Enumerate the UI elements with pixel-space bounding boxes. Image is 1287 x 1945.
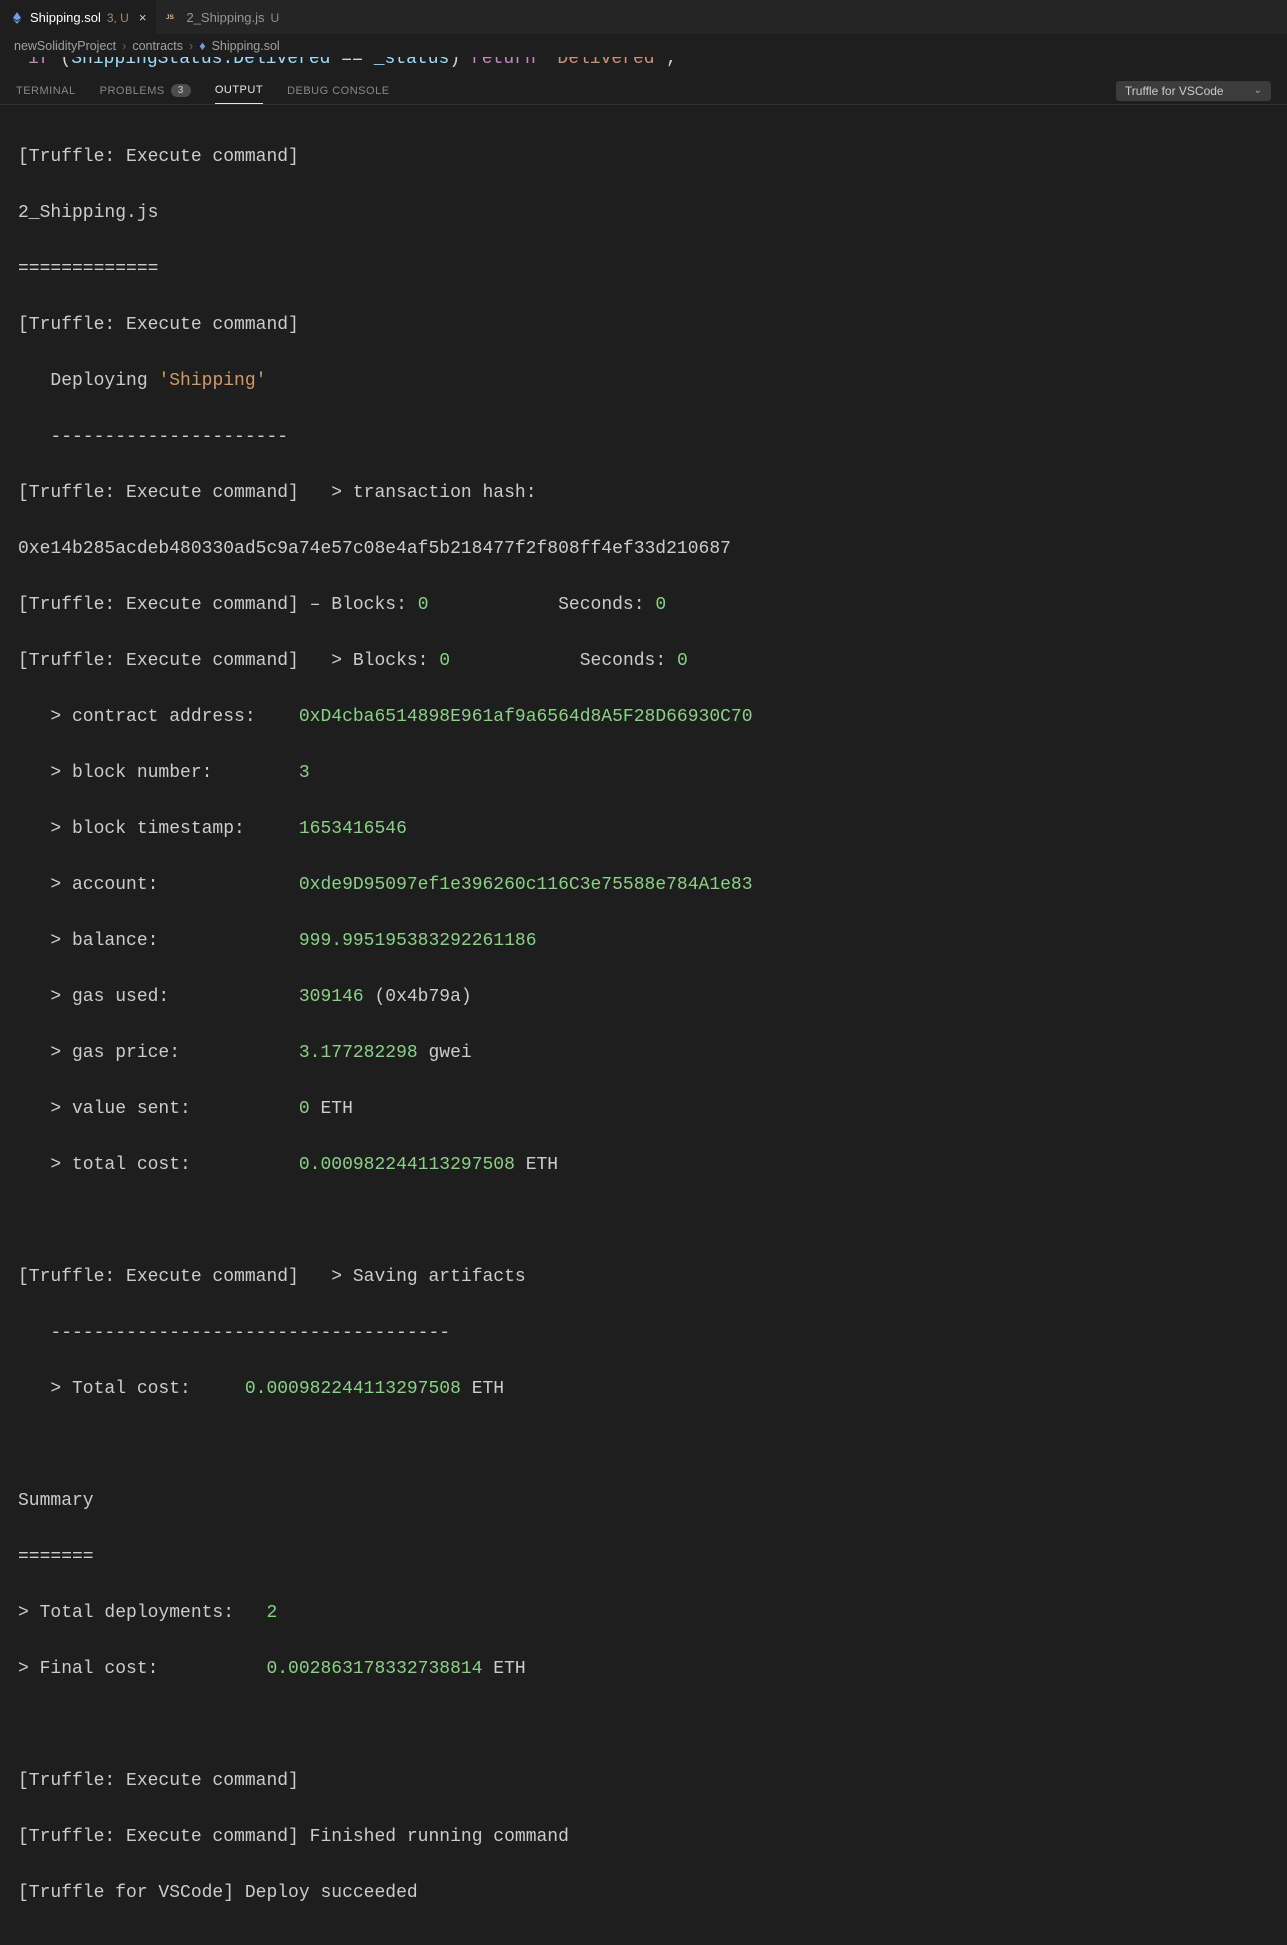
output-line: 2_Shipping.js — [18, 199, 1269, 227]
tab-problems[interactable]: PROBLEMS 3 — [100, 77, 191, 104]
output-line: Summary — [18, 1487, 1269, 1515]
output-line: Deploying 'Shipping' — [18, 367, 1269, 395]
js-icon: JS — [166, 11, 180, 25]
ethereum-icon: ♦ — [199, 39, 205, 53]
breadcrumb-segment[interactable]: contracts — [132, 39, 183, 53]
output-line: [Truffle: Execute command] > Blocks: 0 S… — [18, 647, 1269, 675]
code-ident: _status — [374, 57, 450, 69]
output-line: 0xe14b285acdeb480330ad5c9a74e57c08e4af5b… — [18, 535, 1269, 563]
output-line — [18, 1207, 1269, 1235]
code-ident: ShippingStatus.Delivered — [71, 57, 330, 69]
output-line: ============= — [18, 255, 1269, 283]
tab-modified-badge: U — [271, 11, 280, 25]
output-line: > account: 0xde9D95097ef1e396260c116C3e7… — [18, 871, 1269, 899]
output-line: > Total cost: 0.000982244113297508 ETH — [18, 1375, 1269, 1403]
output-line: > block timestamp: 1653416546 — [18, 815, 1269, 843]
tab-2-shipping-js[interactable]: JS 2_Shipping.js U — [156, 0, 289, 35]
output-line — [18, 1431, 1269, 1459]
chevron-right-icon: › — [189, 39, 193, 53]
tab-problems-label: PROBLEMS — [100, 85, 165, 97]
output-channel-dropdown[interactable]: Truffle for VSCode ⌄ — [1116, 81, 1271, 101]
output-line: [Truffle: Execute command] > Saving arti… — [18, 1263, 1269, 1291]
output-line: > total cost: 0.000982244113297508 ETH — [18, 1151, 1269, 1179]
code-punct: ( — [60, 57, 71, 69]
tab-label: 2_Shipping.js — [186, 10, 264, 25]
output-line: [Truffle: Execute command] — [18, 311, 1269, 339]
output-line: [Truffle for VSCode] Deploy succeeded — [18, 1879, 1269, 1907]
close-icon[interactable]: × — [139, 10, 147, 25]
output-line: > Total deployments: 2 — [18, 1599, 1269, 1627]
output-line: > gas used: 309146 (0x4b79a) — [18, 983, 1269, 1011]
output-line: [Truffle: Execute command] Finished runn… — [18, 1823, 1269, 1851]
output-panel[interactable]: [Truffle: Execute command] 2_Shipping.js… — [0, 105, 1287, 1945]
breadcrumb-segment[interactable]: Shipping.sol — [212, 39, 280, 53]
output-line: > gas price: 3.177282298 gwei — [18, 1039, 1269, 1067]
ethereum-icon — [10, 11, 24, 25]
output-line: [Truffle: Execute command] – Blocks: 0 S… — [18, 591, 1269, 619]
panel-tabs: TERMINAL PROBLEMS 3 OUTPUT DEBUG CONSOLE… — [0, 77, 1287, 105]
output-line: [Truffle: Execute command] — [18, 1767, 1269, 1795]
code-punct: ; — [665, 57, 676, 69]
output-line: [Truffle: Execute command] > transaction… — [18, 479, 1269, 507]
tab-output[interactable]: OUTPUT — [215, 77, 263, 104]
tab-label: Shipping.sol — [30, 10, 101, 25]
code-punct: ) — [449, 57, 460, 69]
code-keyword: return — [471, 57, 536, 69]
problems-count-badge: 3 — [171, 84, 191, 97]
output-line: > Final cost: 0.002863178332738814 ETH — [18, 1655, 1269, 1683]
output-line: [Truffle: Execute command] — [18, 143, 1269, 171]
output-line: ---------------------- — [18, 423, 1269, 451]
output-line — [18, 1711, 1269, 1739]
output-line: ======= — [18, 1543, 1269, 1571]
code-keyword: if — [28, 57, 50, 69]
output-line: ------------------------------------- — [18, 1319, 1269, 1347]
editor-preview: if (ShippingStatus.Delivered == _status)… — [0, 57, 1287, 77]
code-op: == — [341, 57, 363, 69]
chevron-down-icon: ⌄ — [1254, 85, 1262, 96]
output-line: > contract address: 0xD4cba6514898E961af… — [18, 703, 1269, 731]
output-line: > balance: 999.995195383292261186 — [18, 927, 1269, 955]
svg-text:JS: JS — [166, 14, 175, 21]
dropdown-label: Truffle for VSCode — [1125, 84, 1224, 98]
tab-shipping-sol[interactable]: Shipping.sol 3, U × — [0, 0, 156, 35]
breadcrumb-segment[interactable]: newSolidityProject — [14, 39, 116, 53]
tab-terminal[interactable]: TERMINAL — [16, 77, 76, 104]
editor-tabs-bar: Shipping.sol 3, U × JS 2_Shipping.js U — [0, 0, 1287, 35]
code-string: "Delivered" — [547, 57, 666, 69]
tab-modified-badge: 3, U — [107, 11, 129, 25]
chevron-right-icon: › — [122, 39, 126, 53]
breadcrumb[interactable]: newSolidityProject › contracts › ♦ Shipp… — [0, 35, 1287, 57]
output-line: > value sent: 0 ETH — [18, 1095, 1269, 1123]
output-line: > block number: 3 — [18, 759, 1269, 787]
tab-debug-console[interactable]: DEBUG CONSOLE — [287, 77, 389, 104]
